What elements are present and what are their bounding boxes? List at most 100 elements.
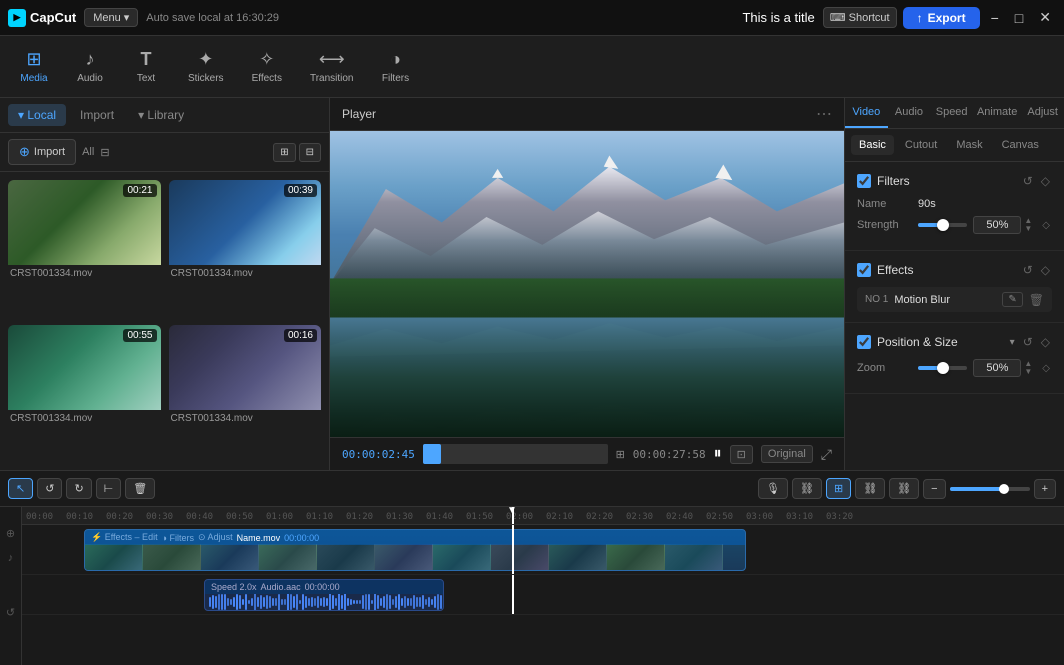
player-original-button[interactable]: Original bbox=[761, 445, 813, 463]
clip-adjust-tag: ⊙ Adjust bbox=[198, 532, 233, 543]
tab-local[interactable]: ▾ Local bbox=[8, 104, 66, 126]
mic-button[interactable]: 🎙 bbox=[758, 478, 788, 499]
list-view-button[interactable]: ⊟ bbox=[299, 143, 321, 162]
export-button[interactable]: ↑ Export bbox=[903, 7, 980, 29]
effects-checkbox[interactable] bbox=[857, 263, 871, 277]
shortcut-button[interactable]: ⌨ Shortcut bbox=[823, 7, 897, 28]
zoom-in-button[interactable]: + bbox=[1034, 479, 1056, 499]
zoom-input[interactable]: 50% bbox=[973, 359, 1021, 377]
side-icon-loop[interactable]: ↺ bbox=[6, 606, 15, 619]
subtab-canvas[interactable]: Canvas bbox=[994, 135, 1047, 155]
subtab-mask[interactable]: Mask bbox=[948, 135, 990, 155]
filter-strength-thumb[interactable] bbox=[937, 219, 949, 231]
filters-section: Filters ↺ ◇ Name 90s Strength 50% bbox=[845, 162, 1064, 251]
side-icon-add[interactable]: ⊕ bbox=[6, 527, 15, 540]
zoom-slider[interactable] bbox=[918, 366, 967, 370]
filters-diamond-btn[interactable]: ◇ bbox=[1039, 172, 1052, 190]
filter-strength-down[interactable]: ▼ bbox=[1022, 225, 1034, 233]
select-tool-button[interactable]: ↖ bbox=[8, 478, 33, 499]
ruler-16: 02:40 bbox=[666, 512, 693, 522]
ruler-0: 00:00 bbox=[26, 512, 53, 522]
ruler-17: 02:50 bbox=[706, 512, 733, 522]
tab-adjust[interactable]: Adjust bbox=[1021, 98, 1064, 128]
top-right-controls: ⌨ Shortcut ↑ Export − □ ✕ bbox=[823, 7, 1056, 29]
video-clip[interactable]: ⚡ Effects – Edit ◑ Filters ⊙ Adjust Name… bbox=[84, 529, 746, 571]
media-item-1[interactable]: 00:21 CRST001334.mov bbox=[8, 180, 161, 317]
split-button[interactable]: ⊢ bbox=[96, 478, 122, 499]
media-item-3[interactable]: 00:55 CRST001334.mov bbox=[8, 325, 161, 462]
import-button[interactable]: ⊕ Import bbox=[8, 139, 76, 165]
waveform-bar-60 bbox=[389, 595, 391, 608]
waveform-bar-7 bbox=[230, 599, 232, 605]
effect-delete-btn-1[interactable]: 🗑 bbox=[1029, 293, 1044, 307]
tool-filters[interactable]: ◑ Filters bbox=[370, 43, 422, 90]
magnet-button[interactable]: ⊞ bbox=[826, 478, 851, 499]
maximize-button[interactable]: □ bbox=[1010, 10, 1028, 26]
tab-speed[interactable]: Speed bbox=[930, 98, 973, 128]
filters-undo-btn[interactable]: ↺ bbox=[1021, 172, 1035, 190]
zoom-out-button[interactable]: − bbox=[923, 479, 945, 499]
tab-import[interactable]: Import bbox=[70, 104, 124, 126]
media-item-4[interactable]: 00:16 CRST001334.mov bbox=[169, 325, 322, 462]
app-name: CapCut bbox=[30, 10, 76, 25]
subtab-cutout[interactable]: Cutout bbox=[897, 135, 945, 155]
timeline-mini[interactable] bbox=[423, 444, 608, 464]
zoom-thumb-tl[interactable] bbox=[999, 484, 1009, 494]
position-section: Position & Size ▾ ↺ ◇ Zoom 50% ▲ ▼ bbox=[845, 323, 1064, 394]
timeline-mini-progress bbox=[423, 444, 441, 464]
audio-clip[interactable]: Speed 2.0x Audio.aac 00:00:00 bbox=[204, 579, 444, 611]
filter-strength-diamond[interactable]: ◇ bbox=[1040, 218, 1052, 233]
waveform-bar-33 bbox=[308, 598, 310, 606]
zoom-thumb[interactable] bbox=[937, 362, 949, 374]
tool-media[interactable]: ⊞ Media bbox=[8, 43, 60, 90]
tab-animate[interactable]: Animate bbox=[973, 98, 1021, 128]
tab-audio[interactable]: Audio bbox=[888, 98, 931, 128]
position-actions: ↺ ◇ bbox=[1021, 333, 1052, 351]
tool-effects[interactable]: ✧ Effects bbox=[240, 43, 294, 90]
filter-strength-input[interactable]: 50% bbox=[973, 216, 1021, 234]
link-button[interactable]: ⛓ bbox=[792, 478, 822, 499]
tool-transition[interactable]: ⟷ Transition bbox=[298, 43, 366, 90]
filters-checkbox[interactable] bbox=[857, 174, 871, 188]
side-icon-audio[interactable]: ♪ bbox=[8, 552, 14, 564]
effects-undo-btn[interactable]: ↺ bbox=[1021, 261, 1035, 279]
tool-text[interactable]: T Text bbox=[120, 43, 172, 90]
position-diamond-btn[interactable]: ◇ bbox=[1039, 333, 1052, 351]
subtab-basic[interactable]: Basic bbox=[851, 135, 894, 155]
menu-button[interactable]: Menu ▾ bbox=[84, 8, 138, 27]
player-capture-button[interactable]: ⊡ bbox=[730, 445, 753, 464]
grid-view-button[interactable]: ⊞ bbox=[273, 143, 295, 162]
split-tool-button[interactable]: ⛓ bbox=[889, 478, 919, 499]
tool-stickers[interactable]: ✦ Stickers bbox=[176, 43, 236, 90]
waveform-bar-77 bbox=[440, 595, 442, 608]
player-menu-icon[interactable]: ⋯ bbox=[816, 104, 832, 124]
effect-edit-btn-1[interactable]: ✎ bbox=[1002, 292, 1022, 307]
tab-library[interactable]: ▾ Library bbox=[128, 104, 194, 126]
waveform-bar-4 bbox=[221, 594, 223, 610]
waveform-bar-51 bbox=[362, 595, 364, 609]
position-undo-btn[interactable]: ↺ bbox=[1021, 333, 1035, 351]
zoom-diamond[interactable]: ◇ bbox=[1040, 361, 1052, 376]
delete-button[interactable]: 🗑 bbox=[125, 478, 155, 499]
filter-strength-slider[interactable] bbox=[918, 223, 967, 227]
tab-video[interactable]: Video bbox=[845, 98, 888, 128]
waveform-bar-45 bbox=[344, 594, 346, 610]
fullscreen-button[interactable]: ⤢ bbox=[821, 446, 832, 463]
ruler-8: 01:20 bbox=[346, 512, 373, 522]
media-grid: 00:21 CRST001334.mov 00:39 CRST001334.mo… bbox=[0, 172, 329, 470]
waveform-bar-62 bbox=[395, 596, 397, 608]
left-panel-tabs: ▾ Local Import ▾ Library bbox=[0, 98, 329, 133]
minimize-button[interactable]: − bbox=[986, 10, 1004, 26]
media-item-2[interactable]: 00:39 CRST001334.mov bbox=[169, 180, 322, 317]
redo-button[interactable]: ↻ bbox=[66, 478, 91, 499]
position-checkbox[interactable] bbox=[857, 335, 871, 349]
effects-diamond-btn[interactable]: ◇ bbox=[1039, 261, 1052, 279]
unlink-button[interactable]: ⛓ bbox=[855, 478, 885, 499]
zoom-down[interactable]: ▼ bbox=[1022, 368, 1034, 376]
close-button[interactable]: ✕ bbox=[1034, 9, 1056, 26]
undo-button[interactable]: ↺ bbox=[37, 478, 62, 499]
play-pause-button[interactable]: ⏸ bbox=[714, 445, 722, 463]
zoom-slider-tl[interactable] bbox=[950, 487, 1030, 491]
tool-audio[interactable]: ♪ Audio bbox=[64, 43, 116, 90]
filters-title: Filters bbox=[877, 174, 1015, 188]
